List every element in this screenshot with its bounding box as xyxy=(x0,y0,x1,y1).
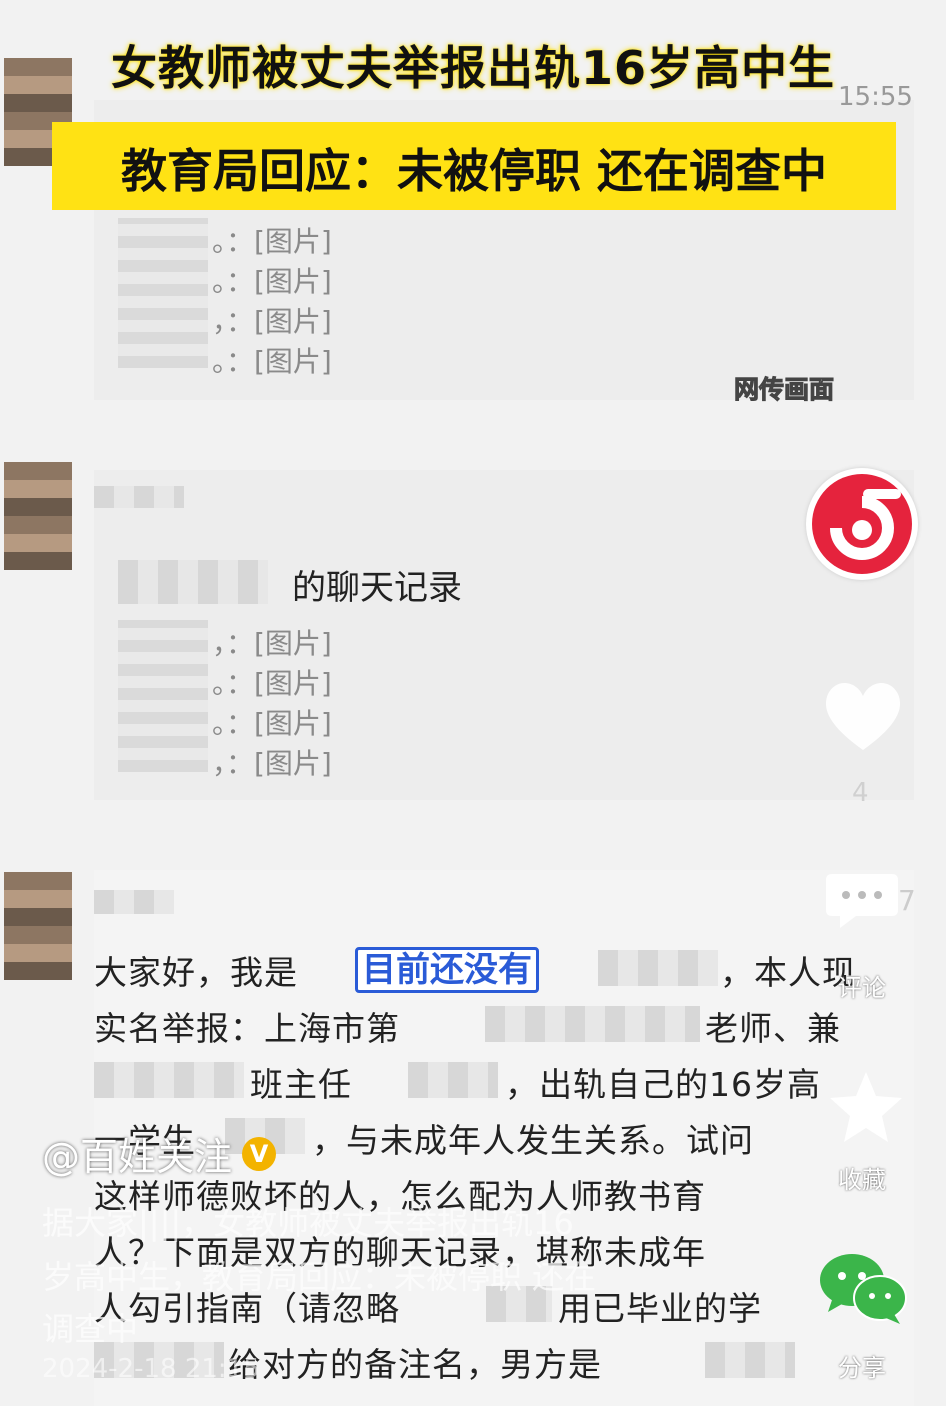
image-placeholder: ，：[图片] xyxy=(212,627,332,660)
like-button[interactable] xyxy=(818,670,908,760)
image-placeholder: 。：[图片] xyxy=(212,345,332,378)
star-icon xyxy=(830,1072,902,1142)
image-placeholder: ，：[图片] xyxy=(212,747,332,780)
chat-record-title: 的聊天记录 xyxy=(292,568,462,608)
blurred-name xyxy=(118,218,208,368)
letter-text: 实名举报：上海市第 xyxy=(94,1009,400,1048)
image-placeholder: 。：[图片] xyxy=(212,667,332,700)
comment-count: 7 xyxy=(898,884,916,917)
wechat-icon xyxy=(820,1254,907,1324)
heart-icon xyxy=(825,682,901,750)
channel-avatar-button[interactable] xyxy=(806,468,918,580)
caption-line: 调查中 xyxy=(42,1310,139,1348)
blurred-username xyxy=(94,486,184,508)
highlight-text: 目前还没有 xyxy=(355,947,539,993)
letter-text: ，与未成年人发生关系。试问 xyxy=(312,1121,754,1160)
blurred-name xyxy=(598,950,718,986)
like-count: 4 xyxy=(852,778,869,808)
account-row[interactable]: @百姓关注 V xyxy=(42,1126,277,1181)
letter-text: 大家好，我是 xyxy=(94,953,298,992)
letter-text: ，出轨自己的16岁高 xyxy=(505,1065,821,1104)
letter-text: 给对方的备注名，男方是 xyxy=(228,1345,602,1384)
comment-label: 评论 xyxy=(838,974,886,1002)
channel-logo-icon xyxy=(812,474,912,574)
video-headline: 女教师被丈夫举报出轨16岁高中生 xyxy=(110,41,835,95)
post-date: 2024-2-18 21:15 xyxy=(42,1354,260,1384)
letter-text: 老师、兼 xyxy=(705,1009,841,1048)
comment-button[interactable] xyxy=(822,866,902,936)
image-placeholder: 。：[图片] xyxy=(212,225,332,258)
blurred-name xyxy=(485,1006,700,1042)
avatar xyxy=(4,462,72,570)
account-name[interactable]: @百姓关注 xyxy=(42,1126,232,1181)
blurred-name xyxy=(94,1062,244,1098)
share-label: 分享 xyxy=(838,1354,886,1382)
share-button[interactable] xyxy=(814,1248,914,1328)
favorite-button[interactable] xyxy=(826,1066,906,1146)
overlay-highlight: 目前还没有 xyxy=(355,942,539,993)
image-placeholder: ，：[图片] xyxy=(212,305,332,338)
blurred-name xyxy=(118,560,268,604)
blurred-username xyxy=(94,890,174,914)
comment-icon xyxy=(826,874,898,928)
video-subtitle: 教育局回应：未被停职 还在调查中 xyxy=(120,144,827,198)
blurred-name xyxy=(705,1342,795,1378)
image-placeholder: 。：[图片] xyxy=(212,265,332,298)
caption-line: 岁高中生，教育局回应：未被停职 还在 xyxy=(42,1258,597,1296)
avatar xyxy=(4,872,72,980)
caption-line: 据大家||||，女教师被丈夫举报出轨16 xyxy=(42,1204,574,1242)
favorite-label: 收藏 xyxy=(838,1166,886,1194)
image-placeholder: 。：[图片] xyxy=(212,707,332,740)
blurred-name xyxy=(408,1062,498,1098)
letter-text: 班主任 xyxy=(250,1065,352,1104)
watermark-label: 网传画面 xyxy=(733,375,835,405)
blurred-name xyxy=(118,620,208,772)
verified-badge-icon: V xyxy=(242,1136,277,1171)
